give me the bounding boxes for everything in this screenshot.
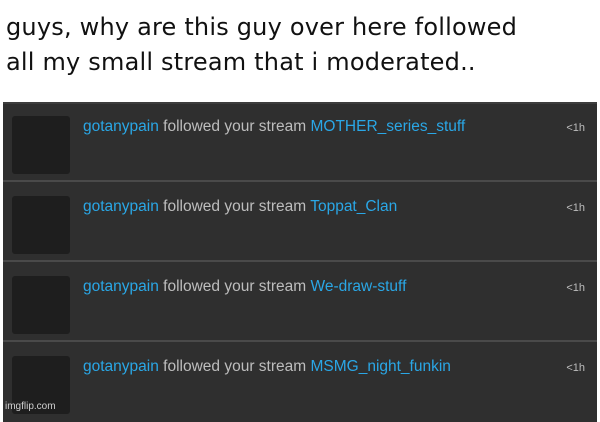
notification-row[interactable]: gotanypain followed your stream MOTHER_s… bbox=[3, 104, 597, 182]
timestamp: <1h bbox=[566, 362, 585, 374]
notification-text: gotanypain followed your stream MOTHER_s… bbox=[83, 118, 465, 136]
timestamp: <1h bbox=[566, 282, 585, 294]
caption-line-1: guys, why are this guy over here followe… bbox=[6, 13, 518, 41]
stream-link[interactable]: We-draw-stuff bbox=[310, 278, 406, 295]
notification-action: followed your stream bbox=[163, 358, 307, 375]
notification-text: gotanypain followed your stream Toppat_C… bbox=[83, 198, 397, 216]
username-link[interactable]: gotanypain bbox=[83, 278, 159, 295]
timestamp: <1h bbox=[566, 122, 585, 134]
notification-row[interactable]: gotanypain followed your stream We-draw-… bbox=[3, 264, 597, 342]
stream-link[interactable]: MOTHER_series_stuff bbox=[310, 118, 465, 135]
username-link[interactable]: gotanypain bbox=[83, 198, 159, 215]
row-divider bbox=[3, 180, 597, 182]
row-divider bbox=[3, 260, 597, 262]
row-divider bbox=[3, 340, 597, 342]
notification-feed: gotanypain followed your stream MOTHER_s… bbox=[3, 102, 597, 422]
username-link[interactable]: gotanypain bbox=[83, 118, 159, 135]
avatar[interactable] bbox=[12, 196, 70, 254]
username-link[interactable]: gotanypain bbox=[83, 358, 159, 375]
notification-text: gotanypain followed your stream We-draw-… bbox=[83, 278, 406, 296]
stream-link[interactable]: MSMG_night_funkin bbox=[310, 358, 450, 375]
notification-row[interactable]: gotanypain followed your stream MSMG_nig… bbox=[3, 344, 597, 422]
avatar[interactable] bbox=[12, 116, 70, 174]
notification-action: followed your stream bbox=[163, 278, 307, 295]
timestamp: <1h bbox=[566, 202, 585, 214]
notification-action: followed your stream bbox=[163, 198, 307, 215]
meme-caption: guys, why are this guy over here followe… bbox=[6, 10, 596, 80]
avatar[interactable] bbox=[12, 276, 70, 334]
imgflip-watermark: imgflip.com bbox=[5, 401, 56, 412]
caption-line-2: all my small stream that i moderated.. bbox=[6, 48, 476, 76]
stream-link[interactable]: Toppat_Clan bbox=[310, 198, 397, 215]
notification-text: gotanypain followed your stream MSMG_nig… bbox=[83, 358, 451, 376]
notification-row[interactable]: gotanypain followed your stream Toppat_C… bbox=[3, 184, 597, 262]
notification-action: followed your stream bbox=[163, 118, 307, 135]
